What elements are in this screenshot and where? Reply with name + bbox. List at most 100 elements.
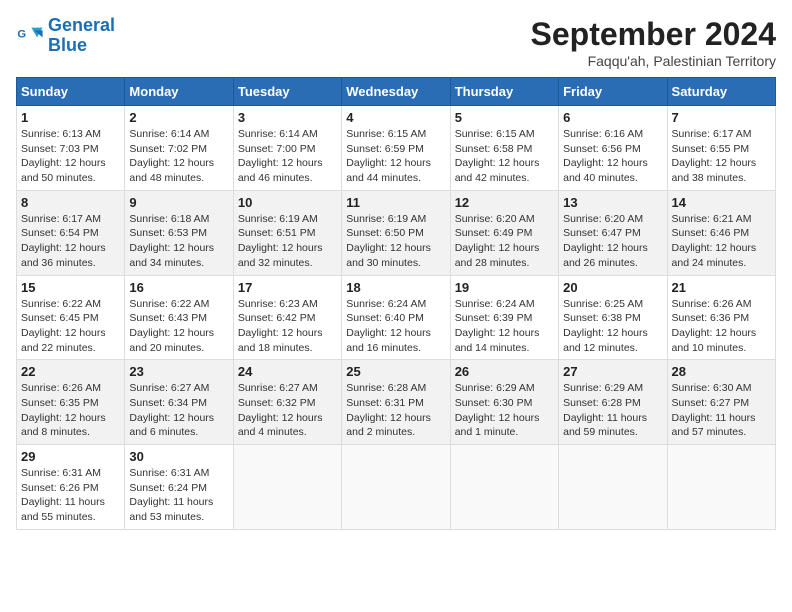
calendar-week-row: 1 Sunrise: 6:13 AMSunset: 7:03 PMDayligh…	[17, 106, 776, 191]
calendar-cell: 24 Sunrise: 6:27 AMSunset: 6:32 PMDaylig…	[233, 360, 341, 445]
day-number: 30	[129, 449, 228, 464]
day-number: 4	[346, 110, 445, 125]
day-detail: Sunrise: 6:29 AMSunset: 6:28 PMDaylight:…	[563, 381, 662, 440]
calendar-cell: 18 Sunrise: 6:24 AMSunset: 6:40 PMDaylig…	[342, 275, 450, 360]
page-header: G General Blue September 2024 Faqqu'ah, …	[16, 16, 776, 69]
weekday-header: Saturday	[667, 78, 775, 106]
calendar-cell: 30 Sunrise: 6:31 AMSunset: 6:24 PMDaylig…	[125, 445, 233, 530]
day-detail: Sunrise: 6:13 AMSunset: 7:03 PMDaylight:…	[21, 127, 120, 186]
calendar-cell: 17 Sunrise: 6:23 AMSunset: 6:42 PMDaylig…	[233, 275, 341, 360]
day-detail: Sunrise: 6:17 AMSunset: 6:55 PMDaylight:…	[672, 127, 771, 186]
day-number: 7	[672, 110, 771, 125]
calendar-cell	[342, 445, 450, 530]
calendar-cell	[559, 445, 667, 530]
day-number: 1	[21, 110, 120, 125]
calendar-cell: 10 Sunrise: 6:19 AMSunset: 6:51 PMDaylig…	[233, 190, 341, 275]
day-number: 2	[129, 110, 228, 125]
day-number: 5	[455, 110, 554, 125]
weekday-header: Tuesday	[233, 78, 341, 106]
day-detail: Sunrise: 6:15 AMSunset: 6:58 PMDaylight:…	[455, 127, 554, 186]
day-number: 14	[672, 195, 771, 210]
day-detail: Sunrise: 6:26 AMSunset: 6:36 PMDaylight:…	[672, 297, 771, 356]
day-detail: Sunrise: 6:19 AMSunset: 6:50 PMDaylight:…	[346, 212, 445, 271]
weekday-header: Thursday	[450, 78, 558, 106]
calendar-week-row: 22 Sunrise: 6:26 AMSunset: 6:35 PMDaylig…	[17, 360, 776, 445]
calendar-cell: 1 Sunrise: 6:13 AMSunset: 7:03 PMDayligh…	[17, 106, 125, 191]
calendar-cell: 23 Sunrise: 6:27 AMSunset: 6:34 PMDaylig…	[125, 360, 233, 445]
calendar-cell: 9 Sunrise: 6:18 AMSunset: 6:53 PMDayligh…	[125, 190, 233, 275]
calendar-table: SundayMondayTuesdayWednesdayThursdayFrid…	[16, 77, 776, 530]
calendar-cell	[233, 445, 341, 530]
logo-icon: G	[16, 22, 44, 50]
weekday-header: Friday	[559, 78, 667, 106]
calendar-cell: 21 Sunrise: 6:26 AMSunset: 6:36 PMDaylig…	[667, 275, 775, 360]
calendar-cell: 28 Sunrise: 6:30 AMSunset: 6:27 PMDaylig…	[667, 360, 775, 445]
svg-text:G: G	[17, 28, 26, 40]
weekday-header: Sunday	[17, 78, 125, 106]
day-detail: Sunrise: 6:22 AMSunset: 6:43 PMDaylight:…	[129, 297, 228, 356]
day-number: 3	[238, 110, 337, 125]
day-number: 12	[455, 195, 554, 210]
day-detail: Sunrise: 6:23 AMSunset: 6:42 PMDaylight:…	[238, 297, 337, 356]
day-number: 27	[563, 364, 662, 379]
location-subtitle: Faqqu'ah, Palestinian Territory	[531, 53, 776, 69]
weekday-header: Monday	[125, 78, 233, 106]
calendar-cell: 29 Sunrise: 6:31 AMSunset: 6:26 PMDaylig…	[17, 445, 125, 530]
day-number: 18	[346, 280, 445, 295]
day-number: 21	[672, 280, 771, 295]
day-number: 15	[21, 280, 120, 295]
day-number: 6	[563, 110, 662, 125]
calendar-cell: 12 Sunrise: 6:20 AMSunset: 6:49 PMDaylig…	[450, 190, 558, 275]
day-number: 8	[21, 195, 120, 210]
day-detail: Sunrise: 6:24 AMSunset: 6:39 PMDaylight:…	[455, 297, 554, 356]
day-detail: Sunrise: 6:16 AMSunset: 6:56 PMDaylight:…	[563, 127, 662, 186]
calendar-cell: 22 Sunrise: 6:26 AMSunset: 6:35 PMDaylig…	[17, 360, 125, 445]
calendar-cell: 14 Sunrise: 6:21 AMSunset: 6:46 PMDaylig…	[667, 190, 775, 275]
calendar-cell: 5 Sunrise: 6:15 AMSunset: 6:58 PMDayligh…	[450, 106, 558, 191]
calendar-week-row: 8 Sunrise: 6:17 AMSunset: 6:54 PMDayligh…	[17, 190, 776, 275]
day-detail: Sunrise: 6:26 AMSunset: 6:35 PMDaylight:…	[21, 381, 120, 440]
calendar-cell: 19 Sunrise: 6:24 AMSunset: 6:39 PMDaylig…	[450, 275, 558, 360]
day-detail: Sunrise: 6:25 AMSunset: 6:38 PMDaylight:…	[563, 297, 662, 356]
day-number: 17	[238, 280, 337, 295]
weekday-header: Wednesday	[342, 78, 450, 106]
logo-text: General Blue	[48, 16, 115, 56]
day-detail: Sunrise: 6:27 AMSunset: 6:34 PMDaylight:…	[129, 381, 228, 440]
day-detail: Sunrise: 6:14 AMSunset: 7:00 PMDaylight:…	[238, 127, 337, 186]
day-detail: Sunrise: 6:21 AMSunset: 6:46 PMDaylight:…	[672, 212, 771, 271]
day-number: 16	[129, 280, 228, 295]
calendar-cell: 7 Sunrise: 6:17 AMSunset: 6:55 PMDayligh…	[667, 106, 775, 191]
calendar-cell: 11 Sunrise: 6:19 AMSunset: 6:50 PMDaylig…	[342, 190, 450, 275]
logo-line1: General	[48, 15, 115, 35]
day-detail: Sunrise: 6:24 AMSunset: 6:40 PMDaylight:…	[346, 297, 445, 356]
calendar-cell: 2 Sunrise: 6:14 AMSunset: 7:02 PMDayligh…	[125, 106, 233, 191]
day-detail: Sunrise: 6:30 AMSunset: 6:27 PMDaylight:…	[672, 381, 771, 440]
day-number: 22	[21, 364, 120, 379]
calendar-cell: 20 Sunrise: 6:25 AMSunset: 6:38 PMDaylig…	[559, 275, 667, 360]
day-number: 9	[129, 195, 228, 210]
day-detail: Sunrise: 6:29 AMSunset: 6:30 PMDaylight:…	[455, 381, 554, 440]
day-detail: Sunrise: 6:31 AMSunset: 6:26 PMDaylight:…	[21, 466, 120, 525]
calendar-cell: 4 Sunrise: 6:15 AMSunset: 6:59 PMDayligh…	[342, 106, 450, 191]
calendar-week-row: 15 Sunrise: 6:22 AMSunset: 6:45 PMDaylig…	[17, 275, 776, 360]
calendar-cell	[450, 445, 558, 530]
weekday-header-row: SundayMondayTuesdayWednesdayThursdayFrid…	[17, 78, 776, 106]
day-detail: Sunrise: 6:22 AMSunset: 6:45 PMDaylight:…	[21, 297, 120, 356]
calendar-cell: 25 Sunrise: 6:28 AMSunset: 6:31 PMDaylig…	[342, 360, 450, 445]
day-number: 25	[346, 364, 445, 379]
calendar-cell: 27 Sunrise: 6:29 AMSunset: 6:28 PMDaylig…	[559, 360, 667, 445]
day-detail: Sunrise: 6:28 AMSunset: 6:31 PMDaylight:…	[346, 381, 445, 440]
day-number: 24	[238, 364, 337, 379]
calendar-cell: 6 Sunrise: 6:16 AMSunset: 6:56 PMDayligh…	[559, 106, 667, 191]
day-detail: Sunrise: 6:19 AMSunset: 6:51 PMDaylight:…	[238, 212, 337, 271]
day-number: 29	[21, 449, 120, 464]
day-number: 13	[563, 195, 662, 210]
calendar-cell	[667, 445, 775, 530]
day-detail: Sunrise: 6:17 AMSunset: 6:54 PMDaylight:…	[21, 212, 120, 271]
day-detail: Sunrise: 6:31 AMSunset: 6:24 PMDaylight:…	[129, 466, 228, 525]
calendar-cell: 13 Sunrise: 6:20 AMSunset: 6:47 PMDaylig…	[559, 190, 667, 275]
logo: G General Blue	[16, 16, 115, 56]
calendar-cell: 3 Sunrise: 6:14 AMSunset: 7:00 PMDayligh…	[233, 106, 341, 191]
calendar-week-row: 29 Sunrise: 6:31 AMSunset: 6:26 PMDaylig…	[17, 445, 776, 530]
day-number: 19	[455, 280, 554, 295]
